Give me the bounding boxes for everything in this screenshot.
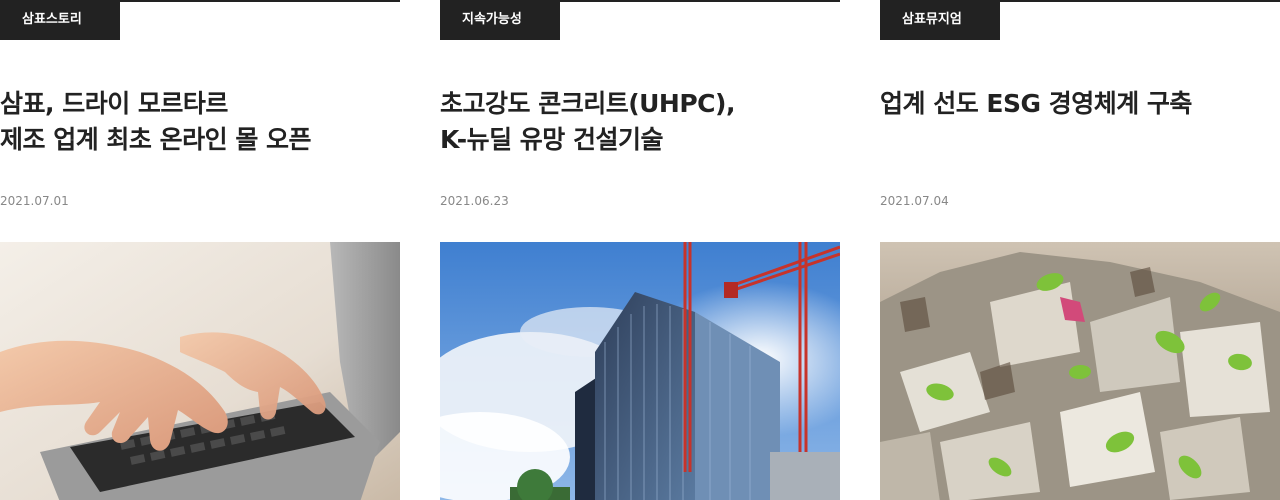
building-cranes-image (440, 242, 840, 500)
recycling-pile-image (880, 242, 1280, 500)
category-badge: 삼표뮤지엄 (880, 0, 1000, 40)
card-date: 2021.07.04 (880, 194, 949, 208)
card-date: 2021.07.01 (0, 194, 69, 208)
card-title[interactable]: 삼표, 드라이 모르타르 제조 업계 최초 온라인 몰 오픈 (0, 86, 400, 158)
card-title[interactable]: 초고강도 콘크리트(UHPC), K-뉴딜 유망 건설기술 (440, 86, 840, 158)
card-thumbnail-building-cranes[interactable] (440, 242, 840, 500)
category-badge: 지속가능성 (440, 0, 560, 40)
news-card-1[interactable]: 삼표스토리 삼표, 드라이 모르타르 제조 업계 최초 온라인 몰 오픈 202… (0, 0, 400, 500)
laptop-typing-image (0, 242, 400, 500)
news-card-3[interactable]: 삼표뮤지엄 업계 선도 ESG 경영체계 구축 2021.07.04 (880, 0, 1280, 500)
card-date: 2021.06.23 (440, 194, 509, 208)
category-badge: 삼표스토리 (0, 0, 120, 40)
card-thumbnail-recycling-pile[interactable] (880, 242, 1280, 500)
news-card-2[interactable]: 지속가능성 초고강도 콘크리트(UHPC), K-뉴딜 유망 건설기술 2021… (440, 0, 840, 500)
card-title[interactable]: 업계 선도 ESG 경영체계 구축 (880, 86, 1280, 122)
news-card-list: 삼표스토리 삼표, 드라이 모르타르 제조 업계 최초 온라인 몰 오픈 202… (0, 0, 1280, 500)
card-thumbnail-laptop-typing[interactable] (0, 242, 400, 500)
